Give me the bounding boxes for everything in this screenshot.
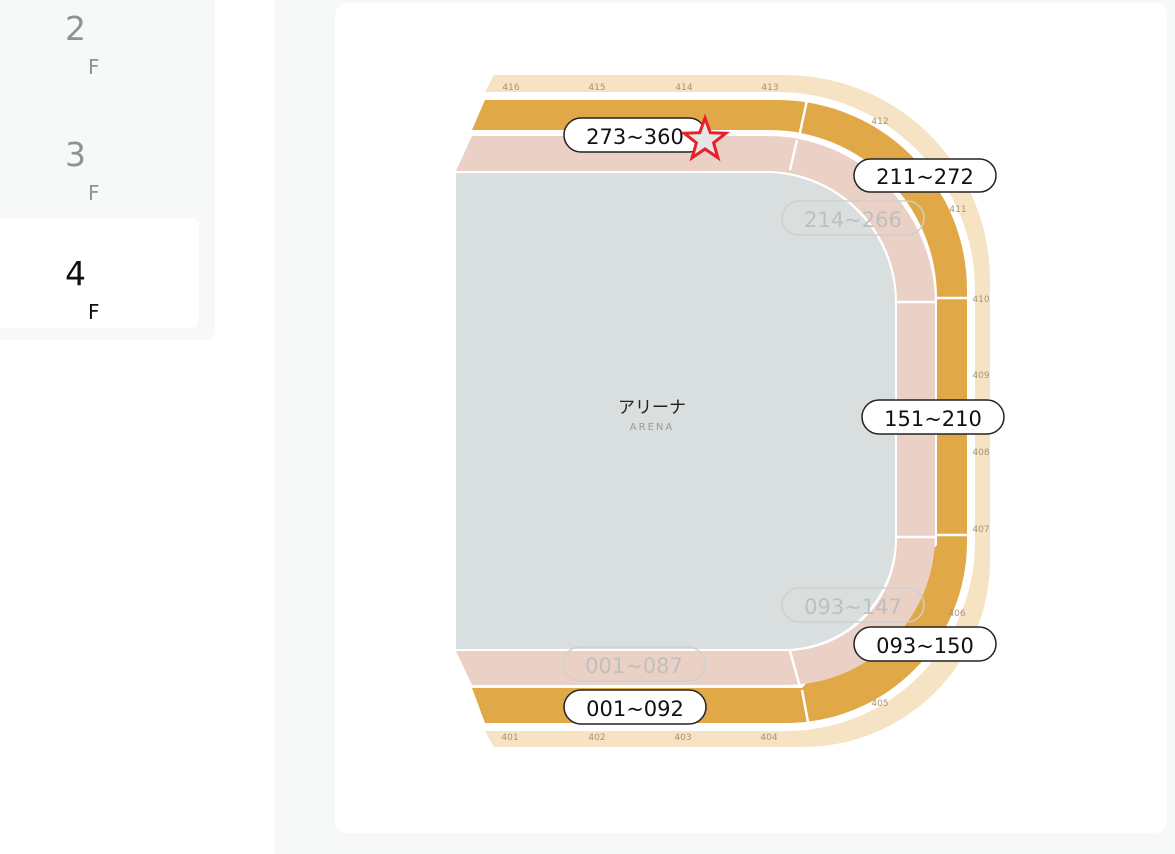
stadium-map-card: アリーナ ARENA 416 415 414 413 412 411 410 4… <box>335 3 1167 833</box>
range-label: 001~092 <box>586 697 684 721</box>
floor-suffix: F <box>88 55 100 79</box>
range-pill-093-150[interactable]: 093~150 <box>853 626 997 662</box>
block-label-416: 416 <box>502 83 519 93</box>
block-label-408: 408 <box>972 448 989 458</box>
range-label: 001~087 <box>585 654 683 678</box>
block-label-410: 410 <box>972 295 989 305</box>
block-label-404: 404 <box>760 733 777 743</box>
floor-number: 4 <box>65 253 86 293</box>
arena-label-jp: アリーナ <box>618 398 686 418</box>
block-label-403: 403 <box>674 733 691 743</box>
block-label-402: 402 <box>588 733 605 743</box>
block-label-413: 413 <box>761 83 778 93</box>
block-label-405: 405 <box>871 699 888 709</box>
range-pill-151-210[interactable]: 151~210 <box>861 399 1005 435</box>
range-label: 273~360 <box>586 125 684 149</box>
floor-number: 3 <box>65 134 86 174</box>
floor-number: 2 <box>65 8 86 48</box>
block-label-409: 409 <box>972 371 989 381</box>
floor-3f-button[interactable]: 3 F <box>0 99 199 209</box>
floor-4f-button[interactable]: 4 F <box>0 218 199 328</box>
block-label-411: 411 <box>949 205 966 215</box>
range-label: 211~272 <box>876 165 974 189</box>
range-label: 093~150 <box>876 634 974 658</box>
stadium-map: アリーナ ARENA 416 415 414 413 412 411 410 4… <box>456 75 1005 747</box>
floor-sidebar: 2 F 3 F 4 F <box>0 0 215 340</box>
arena-label-en: ARENA <box>630 422 674 433</box>
block-label-414: 414 <box>675 83 692 93</box>
floor-suffix: F <box>88 181 100 205</box>
range-label: 151~210 <box>884 407 982 431</box>
range-label: 214~266 <box>804 208 902 232</box>
block-label-407: 407 <box>972 525 989 535</box>
block-label-401: 401 <box>501 733 518 743</box>
floor-suffix: F <box>88 300 100 324</box>
floor-2f-button[interactable]: 2 F <box>0 0 199 83</box>
range-pill-001-092[interactable]: 001~092 <box>563 689 707 725</box>
block-label-406: 406 <box>948 609 965 619</box>
block-label-415: 415 <box>588 83 605 93</box>
range-label: 093~147 <box>804 595 902 619</box>
block-label-412: 412 <box>871 117 888 127</box>
range-pill-211-272[interactable]: 211~272 <box>853 158 997 193</box>
